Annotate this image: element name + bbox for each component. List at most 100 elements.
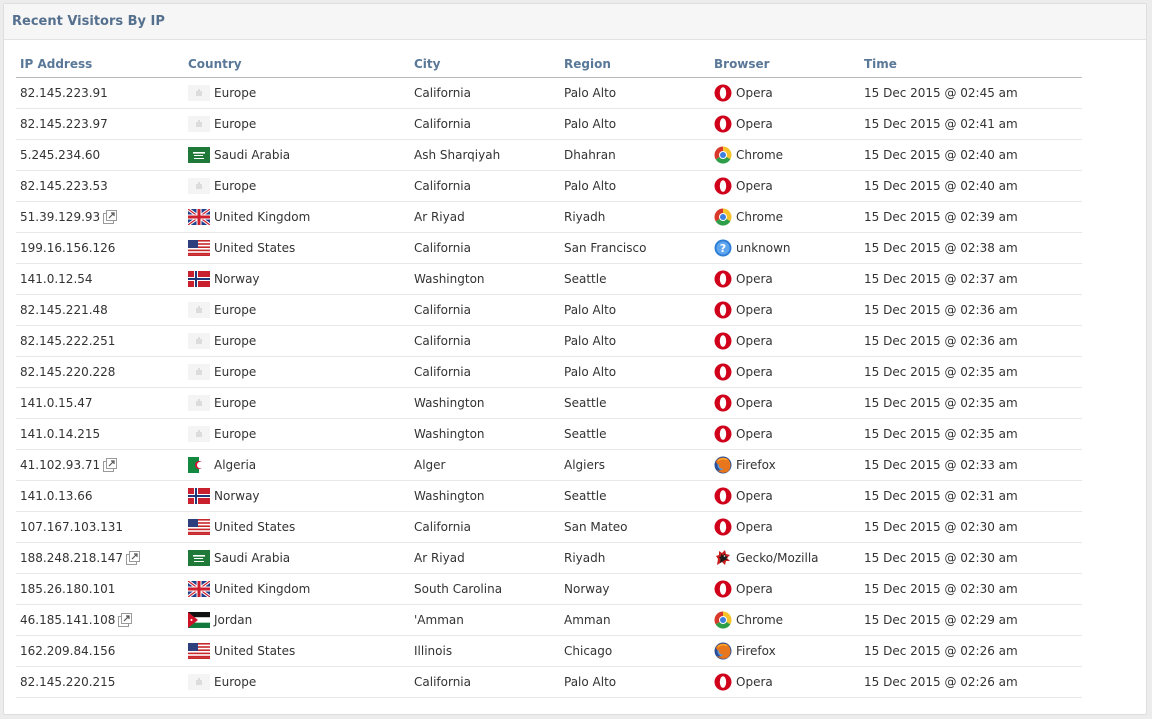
ip-address: 162.209.84.156	[20, 644, 116, 658]
column-header-city[interactable]: City	[410, 51, 560, 78]
time-cell: 15 Dec 2015 @ 02:35 am	[860, 356, 1082, 388]
ip-address: 82.145.223.97	[20, 117, 108, 131]
ip-address-cell: 162.209.84.156	[16, 635, 184, 667]
time-cell: 15 Dec 2015 @ 02:37 am	[860, 263, 1082, 295]
region-cell: Palo Alto	[560, 77, 710, 109]
region-cell: Dhahran	[560, 139, 710, 171]
europe-flag-icon	[188, 395, 210, 411]
time-cell: 15 Dec 2015 @ 02:36 am	[860, 294, 1082, 326]
country-name: Europe	[214, 179, 257, 193]
country-name: Norway	[214, 272, 260, 286]
opera-icon	[714, 394, 732, 412]
browser-name: Opera	[736, 520, 773, 534]
ip-address-cell: 82.145.220.228	[16, 356, 184, 388]
region-cell: Riyadh	[560, 542, 710, 574]
table-row: 41.102.93.71 Algeria Alger Algiers Firefox 15…	[16, 449, 1082, 481]
column-header-country[interactable]: Country	[184, 51, 410, 78]
city-cell: Washington	[410, 418, 560, 450]
country-cell: United Kingdom	[184, 201, 410, 233]
city-cell: 'Amman	[410, 604, 560, 636]
column-header-time[interactable]: Time	[860, 51, 1082, 78]
ip-address: 141.0.15.47	[20, 396, 93, 410]
column-header-ip[interactable]: IP Address	[16, 51, 184, 78]
country-cell: United States	[184, 232, 410, 264]
external-link-icon[interactable]	[126, 551, 141, 565]
europe-flag-icon	[188, 178, 210, 194]
ip-address: 82.145.223.91	[20, 86, 108, 100]
opera-icon	[714, 673, 732, 691]
norway-flag-icon	[188, 488, 210, 504]
norway-flag-icon	[188, 271, 210, 287]
jordan-flag-icon	[188, 612, 210, 628]
country-name: Europe	[214, 365, 257, 379]
external-link-icon[interactable]	[103, 458, 118, 472]
country-name: Europe	[214, 86, 257, 100]
country-name: Europe	[214, 303, 257, 317]
browser-name: Opera	[736, 427, 773, 441]
country-cell: Europe	[184, 294, 410, 326]
ip-address-cell: 141.0.13.66	[16, 480, 184, 512]
region-cell: Palo Alto	[560, 325, 710, 357]
country-name: Norway	[214, 489, 260, 503]
ip-address-cell: 82.145.222.251	[16, 325, 184, 357]
country-cell: Europe	[184, 387, 410, 419]
city-cell: California	[410, 232, 560, 264]
country-cell: Saudi Arabia	[184, 542, 410, 574]
country-cell: Europe	[184, 325, 410, 357]
opera-icon	[714, 177, 732, 195]
united-states-flag-icon	[188, 240, 210, 256]
region-cell: Seattle	[560, 387, 710, 419]
country-name: Saudi Arabia	[214, 148, 291, 162]
country-cell: United Kingdom	[184, 573, 410, 605]
region-cell: Amman	[560, 604, 710, 636]
country-name: Europe	[214, 334, 257, 348]
ip-address: 41.102.93.71	[20, 458, 101, 472]
table-row: 5.245.234.60 Saudi Arabia Ash Sharqiyah Dha…	[16, 139, 1082, 171]
table-row: 46.185.141.108 Jordan 'Amman Amman Chrome 15 …	[16, 604, 1082, 636]
time-cell: 15 Dec 2015 @ 02:45 am	[860, 77, 1082, 109]
country-cell: Europe	[184, 356, 410, 388]
column-header-region[interactable]: Region	[560, 51, 710, 78]
ip-address: 5.245.234.60	[20, 148, 101, 162]
city-cell: California	[410, 666, 560, 698]
browser-name: Gecko/Mozilla	[736, 551, 819, 565]
region-cell: Palo Alto	[560, 170, 710, 202]
europe-flag-icon	[188, 333, 210, 349]
browser-name: Opera	[736, 272, 773, 286]
europe-flag-icon	[188, 674, 210, 690]
ip-address-cell: 141.0.15.47	[16, 387, 184, 419]
browser-cell: Opera	[710, 356, 860, 388]
browser-name: unknown	[736, 241, 791, 255]
table-row: 141.0.13.66 Norway Washington Seattle Opera 1…	[16, 480, 1082, 512]
browser-name: Opera	[736, 179, 773, 193]
ip-address: 82.145.221.48	[20, 303, 108, 317]
city-cell: South Carolina	[410, 573, 560, 605]
ip-address: 82.145.220.215	[20, 675, 116, 689]
table-row: 82.145.222.251 Europe California Palo Alto O…	[16, 325, 1082, 357]
country-name: Europe	[214, 117, 257, 131]
country-name: United States	[214, 241, 296, 255]
browser-cell: Opera	[710, 108, 860, 140]
panel-title: Recent Visitors By IP	[12, 14, 165, 29]
city-cell: California	[410, 170, 560, 202]
ip-address: 46.185.141.108	[20, 613, 116, 627]
time-cell: 15 Dec 2015 @ 02:41 am	[860, 108, 1082, 140]
time-cell: 15 Dec 2015 @ 02:38 am	[860, 232, 1082, 264]
saudi-arabia-flag-icon	[188, 550, 210, 566]
external-link-icon[interactable]	[118, 613, 133, 627]
city-cell: Washington	[410, 480, 560, 512]
external-link-icon[interactable]	[103, 210, 118, 224]
panel-header: Recent Visitors By IP	[4, 4, 1146, 40]
svg-text:?: ?	[720, 242, 726, 255]
table-row: 51.39.129.93 United Kingdom Ar Riyad Riyadh…	[16, 201, 1082, 233]
firefox-icon	[714, 642, 732, 660]
country-name: Europe	[214, 396, 257, 410]
gecko-mozilla-icon	[714, 549, 732, 567]
region-cell: Riyadh	[560, 201, 710, 233]
city-cell: Washington	[410, 387, 560, 419]
region-cell: Palo Alto	[560, 294, 710, 326]
ip-address: 141.0.12.54	[20, 272, 93, 286]
country-cell: Norway	[184, 480, 410, 512]
region-cell: Palo Alto	[560, 666, 710, 698]
column-header-browser[interactable]: Browser	[710, 51, 860, 78]
